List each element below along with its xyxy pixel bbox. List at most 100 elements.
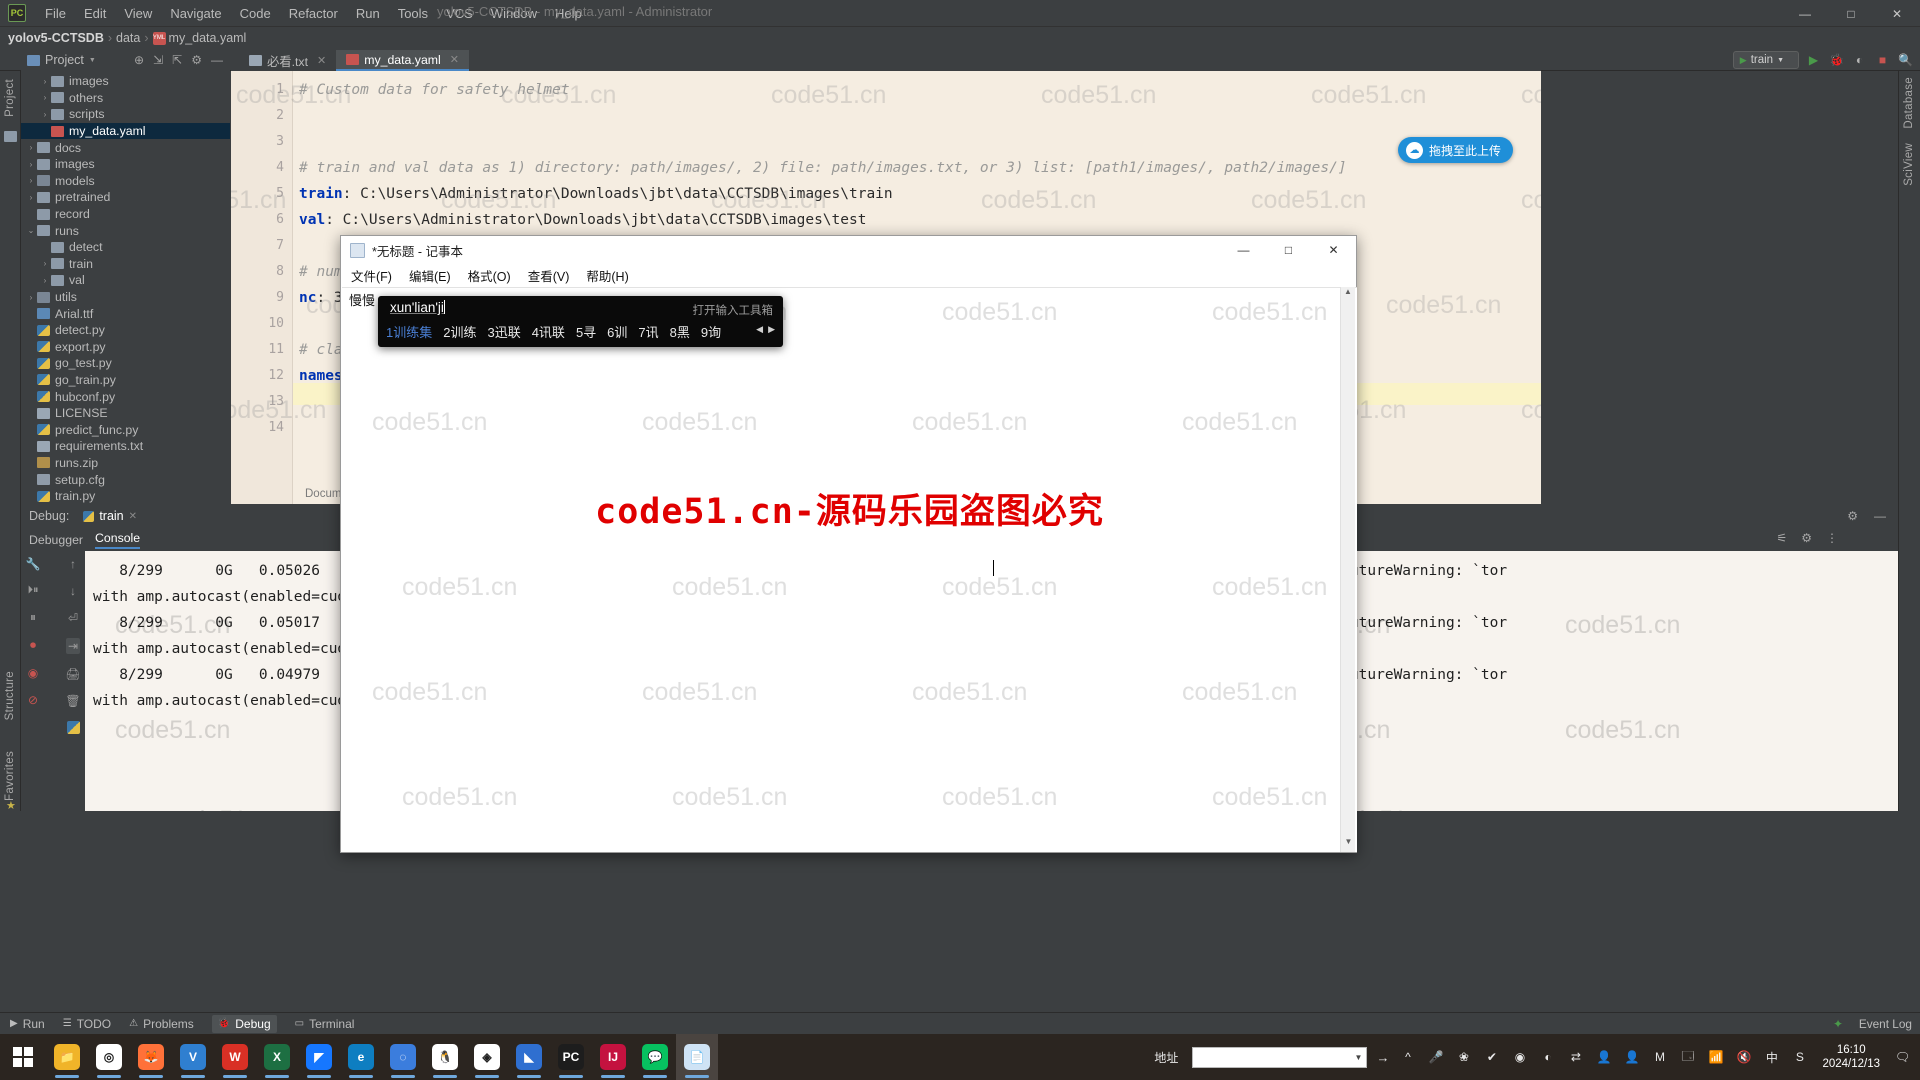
- debug-session-tab[interactable]: train ✕: [77, 508, 143, 524]
- ime-candidate-9[interactable]: 9询: [701, 322, 721, 341]
- filter-icon[interactable]: ⚟: [1776, 531, 1787, 545]
- notepad-scrollbar[interactable]: ▲ ▼: [1340, 287, 1355, 852]
- taskbar-app-intellij-idea[interactable]: IJ: [592, 1034, 634, 1080]
- taskbar-app-wps[interactable]: W: [214, 1034, 256, 1080]
- ime-candidate-8[interactable]: 8黑: [670, 322, 690, 341]
- notepad-menu-E[interactable]: 编辑(E): [409, 266, 451, 285]
- taskbar-app-qq[interactable]: 🐧: [424, 1034, 466, 1080]
- editor-tab-my_data-yaml[interactable]: my_data.yaml ✕: [336, 50, 469, 71]
- ime-candidate-7[interactable]: 7讯: [638, 322, 658, 341]
- ime-candidate-5[interactable]: 5寻: [576, 322, 596, 341]
- tray-icon-4[interactable]: ✔: [1482, 1048, 1501, 1067]
- tree-item-val[interactable]: › val: [21, 272, 230, 289]
- chevron-icon[interactable]: ›: [25, 143, 37, 152]
- code-line-5[interactable]: train: C:\Users\Administrator\Downloads\…: [299, 186, 893, 202]
- close-tab-icon[interactable]: ✕: [450, 53, 459, 66]
- strip-favorites-label[interactable]: Favorites: [4, 751, 16, 801]
- stop-button[interactable]: ■: [1874, 52, 1891, 69]
- settings-gear-icon[interactable]: ⚙: [1847, 509, 1858, 523]
- taskbar-app-wechat-dev[interactable]: ◈: [466, 1034, 508, 1080]
- pause-icon[interactable]: ⏸: [30, 610, 36, 625]
- project-tree[interactable]: › images › others › scripts my_data.yaml › docs ›…: [21, 71, 230, 521]
- notepad-window-controls[interactable]: — □ ✕: [1221, 236, 1356, 264]
- menu-refactor[interactable]: Refactor: [280, 3, 347, 24]
- status-tab-run[interactable]: ▶ Run: [10, 1017, 45, 1031]
- chevron-icon[interactable]: ⌄: [25, 226, 37, 235]
- wrench-icon[interactable]: 🔧: [26, 557, 41, 571]
- chevron-icon[interactable]: ›: [25, 160, 37, 169]
- status-tab-todo[interactable]: ☰ TODO: [63, 1017, 111, 1031]
- debug-console-gutter[interactable]: ↑ ↓ ⏎ ⇥ 🖨 🗑: [61, 551, 85, 811]
- mute-breakpoints-icon[interactable]: ⊘: [28, 693, 38, 707]
- menu-navigate[interactable]: Navigate: [161, 3, 230, 24]
- settings-icon[interactable]: ⚙: [1801, 531, 1812, 545]
- tray-icon-2[interactable]: 🎤: [1426, 1048, 1445, 1067]
- print-icon[interactable]: 🖨: [65, 667, 80, 681]
- status-tab-debug[interactable]: 🐞 Debug: [211, 1014, 277, 1033]
- chevron-icon[interactable]: ›: [25, 176, 37, 185]
- tray-icon-15[interactable]: S: [1790, 1048, 1809, 1067]
- tree-item-others[interactable]: › others: [21, 90, 230, 107]
- tree-item-arial-ttf[interactable]: Arial.ttf: [21, 305, 230, 322]
- hide-panel-icon[interactable]: —: [1874, 509, 1886, 523]
- settings-gear-icon[interactable]: ⚙: [191, 53, 202, 67]
- scroll-down-icon[interactable]: ↓: [70, 584, 76, 598]
- strip-project-label[interactable]: Project: [4, 79, 16, 117]
- editor-tab-bar[interactable]: 必看.txt ✕ my_data.yaml ✕: [231, 49, 1541, 71]
- ime-next-page-icon[interactable]: ▶: [768, 324, 775, 335]
- chevron-icon[interactable]: ›: [25, 193, 37, 202]
- upload-drop-pill[interactable]: ☁ 拖拽至此上传: [1397, 137, 1513, 163]
- taskbar-clock[interactable]: 16:10 2024/12/13: [1818, 1043, 1884, 1072]
- notepad-menu-O[interactable]: 格式(O): [468, 266, 511, 285]
- tree-item-go_test-py[interactable]: go_test.py: [21, 355, 230, 372]
- taskbar-app-edge[interactable]: e: [340, 1034, 382, 1080]
- address-input[interactable]: ▼: [1192, 1046, 1368, 1068]
- menu-edit[interactable]: Edit: [75, 3, 115, 24]
- soft-wrap-icon[interactable]: ⏎: [68, 611, 78, 625]
- tray-icon-10[interactable]: M: [1650, 1048, 1669, 1067]
- taskbar-app-onedrive[interactable]: ◣: [508, 1034, 550, 1080]
- debug-toolbar-icons[interactable]: ⚟ ⚙ ⋮: [1776, 531, 1838, 545]
- taskbar-app-notepad[interactable]: 📄: [676, 1034, 718, 1080]
- address-go-icon[interactable]: →: [1376, 1050, 1389, 1065]
- breadcrumb-folder[interactable]: data: [116, 31, 140, 45]
- ime-candidate-3[interactable]: 3迅联: [487, 322, 520, 341]
- notepad-menu-bar[interactable]: 文件(F) 编辑(E) 格式(O) 查看(V) 帮助(H): [341, 264, 1356, 286]
- tray-icon-14[interactable]: 中: [1762, 1048, 1781, 1067]
- tray-icon-5[interactable]: ◉: [1510, 1048, 1529, 1067]
- notepad-menu-F[interactable]: 文件(F): [351, 266, 392, 285]
- collapse-all-icon[interactable]: ⇱: [172, 53, 182, 67]
- code-line-9[interactable]: nc: 3: [299, 290, 343, 306]
- taskbar-app-v-app[interactable]: V: [172, 1034, 214, 1080]
- tree-item-images[interactable]: › images: [21, 73, 230, 90]
- breadcrumb-project[interactable]: yolov5-CCTSDB: [8, 31, 104, 45]
- strip-project-icon[interactable]: [4, 131, 17, 142]
- maximize-button[interactable]: □: [1828, 0, 1874, 27]
- status-tab-terminal[interactable]: ▭ Terminal: [295, 1017, 355, 1031]
- scroll-up-icon[interactable]: ▲: [1341, 287, 1355, 302]
- scroll-up-icon[interactable]: ↑: [70, 557, 76, 571]
- resume-icon[interactable]: ⏵⏸: [28, 584, 39, 597]
- tray-icon-11[interactable]: 🗔: [1678, 1048, 1697, 1067]
- taskbar-app-netdisk[interactable]: ◌: [382, 1034, 424, 1080]
- strip-structure-label[interactable]: Structure: [4, 671, 16, 720]
- tree-item-setup-cfg[interactable]: setup.cfg: [21, 471, 230, 488]
- debug-button[interactable]: 🐞: [1828, 52, 1845, 69]
- event-log-label[interactable]: Event Log: [1859, 1017, 1912, 1031]
- notepad-text-area[interactable]: 慢慢 code51.cn-源码乐园盗图必究 code51.cn code51.c…: [342, 287, 1357, 852]
- ime-toolbox-hint[interactable]: 打开输入工具箱: [693, 302, 774, 318]
- notepad-menu-H[interactable]: 帮助(H): [586, 266, 628, 285]
- notepad-close-button[interactable]: ✕: [1311, 236, 1356, 264]
- more-icon[interactable]: ⋮: [1826, 531, 1838, 545]
- start-button[interactable]: [0, 1034, 46, 1080]
- tray-icon-12[interactable]: 📶: [1706, 1048, 1725, 1067]
- close-button[interactable]: ✕: [1874, 0, 1920, 27]
- tray-icon-7[interactable]: ⇄: [1566, 1048, 1585, 1067]
- tree-item-detect-py[interactable]: detect.py: [21, 322, 230, 339]
- notepad-maximize-button[interactable]: □: [1266, 236, 1311, 264]
- tray-icon-13[interactable]: 🔇: [1734, 1048, 1753, 1067]
- chevron-icon[interactable]: ›: [39, 77, 51, 86]
- tree-item-hubconf-py[interactable]: hubconf.py: [21, 388, 230, 405]
- ime-candidate-4[interactable]: 4讯联: [532, 322, 565, 341]
- minimize-button[interactable]: —: [1782, 0, 1828, 27]
